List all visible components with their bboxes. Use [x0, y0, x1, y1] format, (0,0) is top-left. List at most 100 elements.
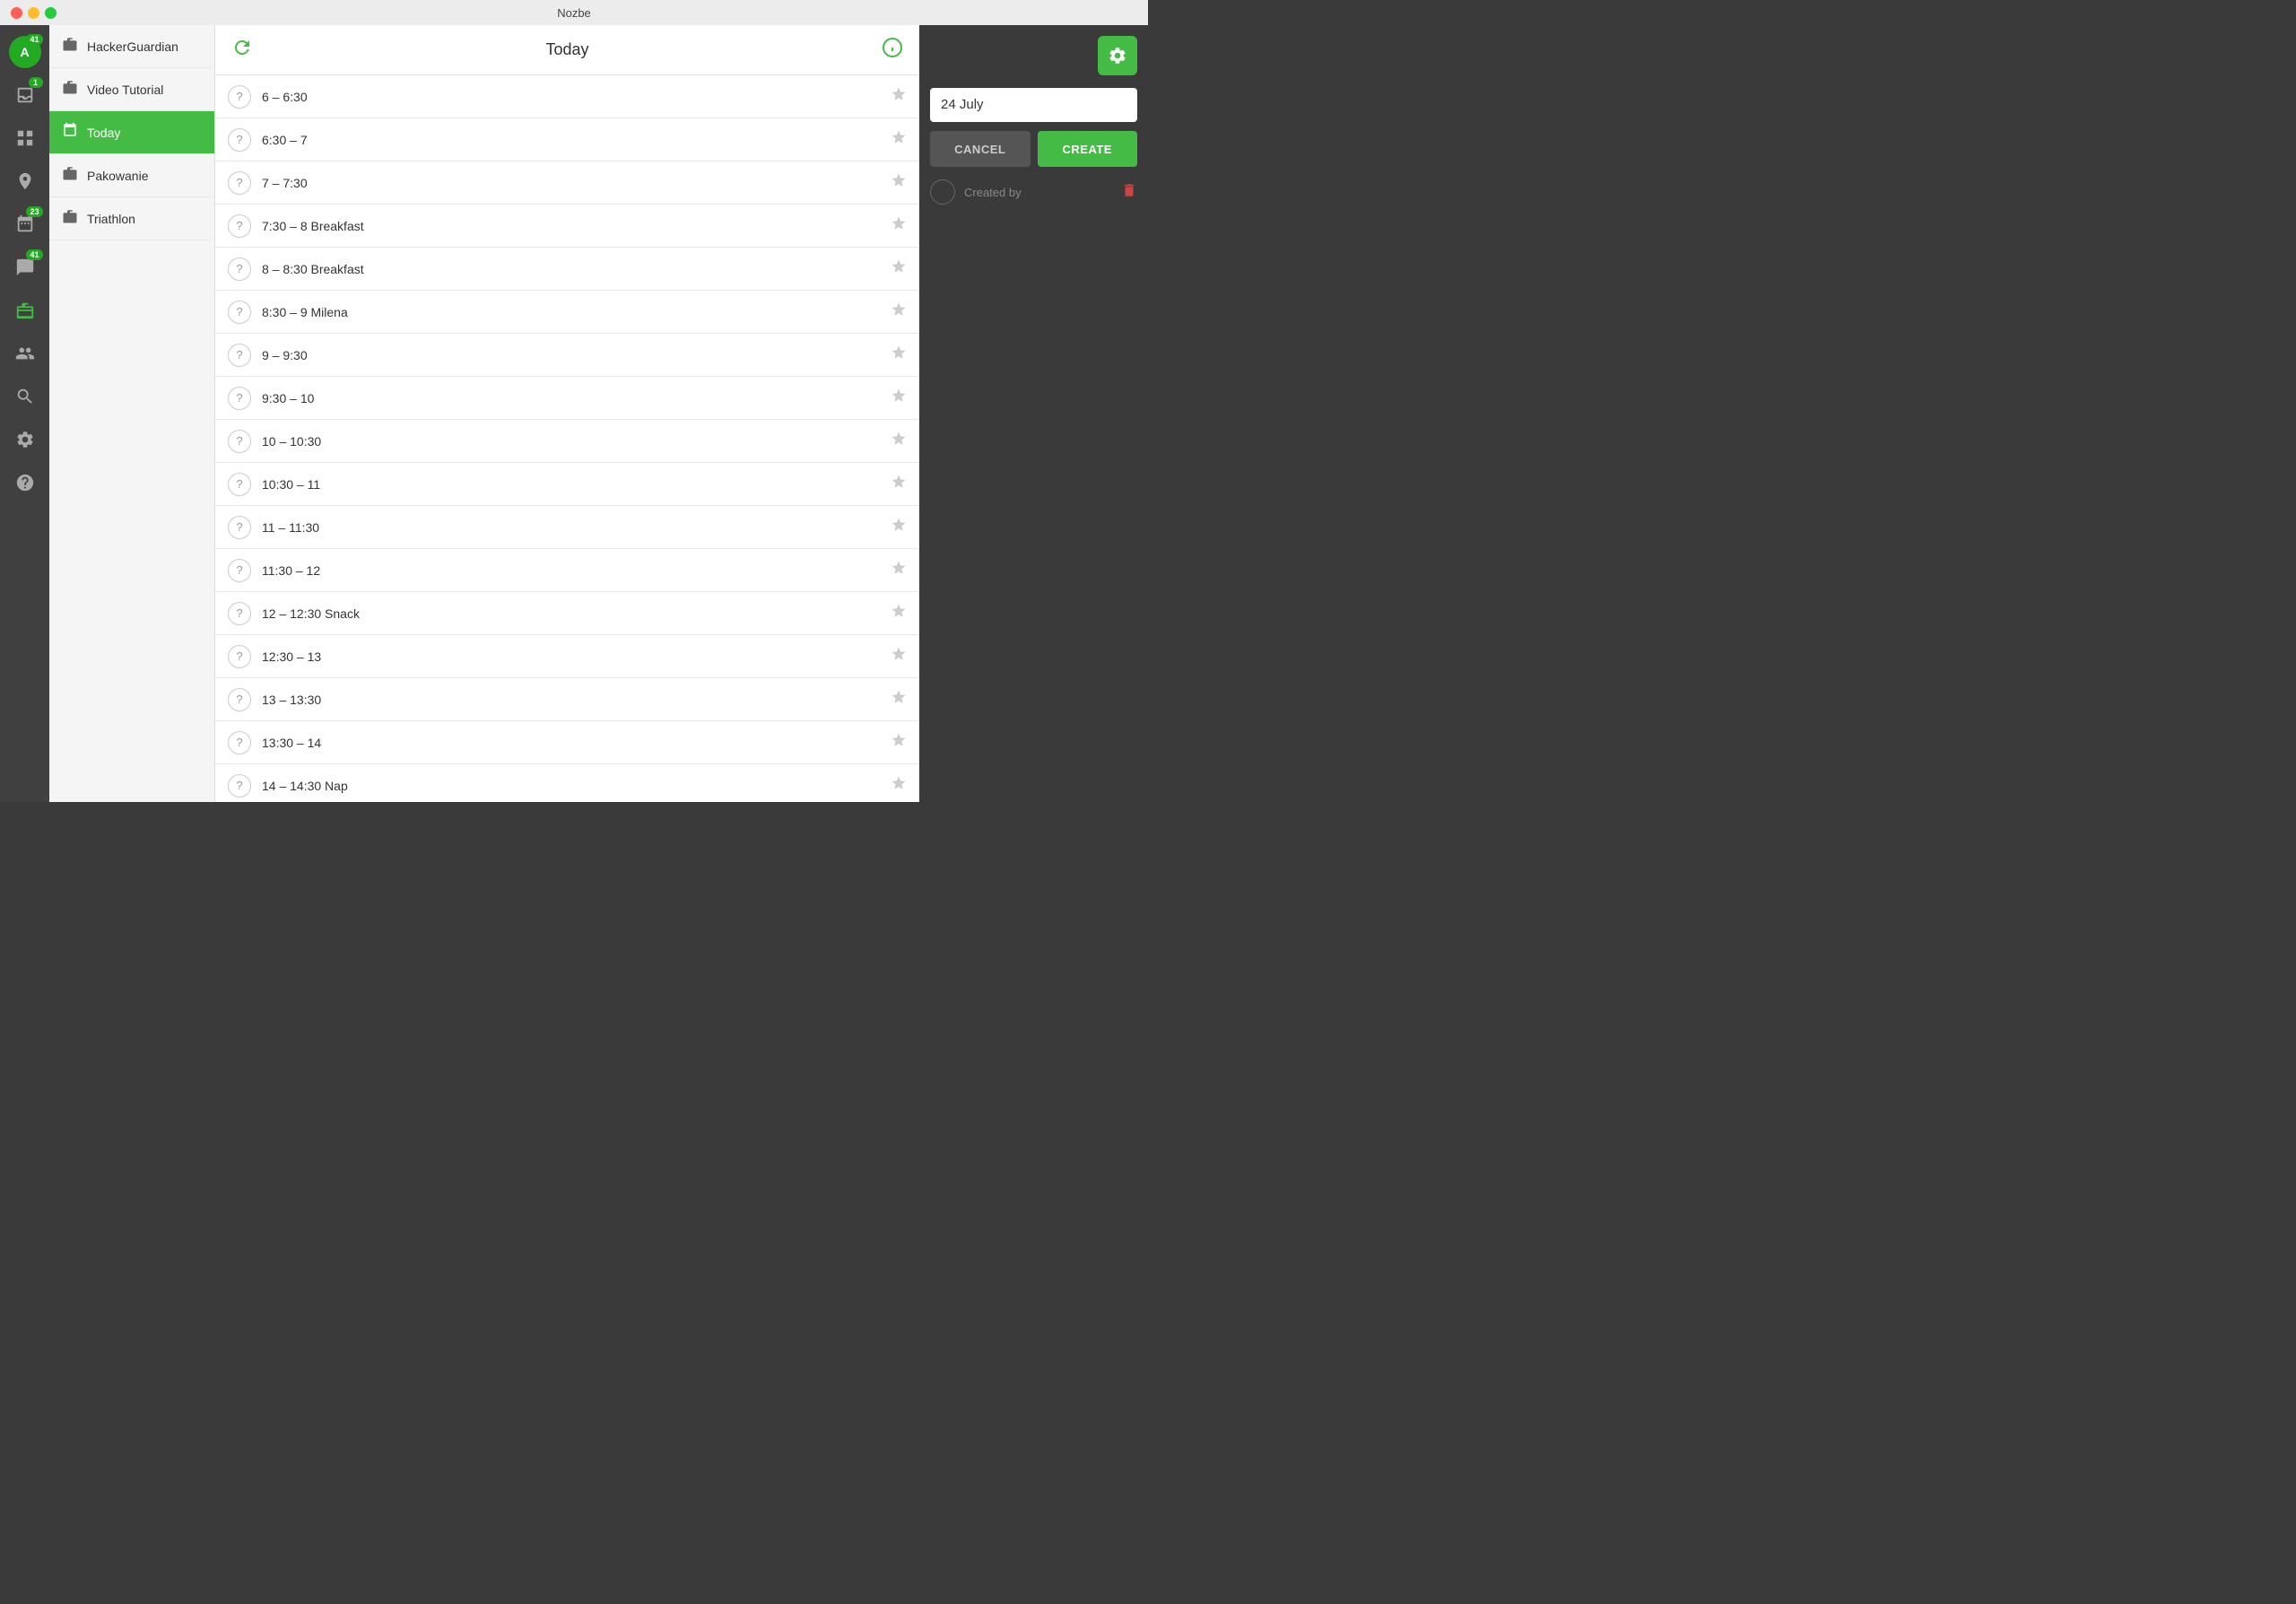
delete-button[interactable]: [1121, 182, 1137, 203]
task-item[interactable]: ? 13:30 – 14: [215, 721, 919, 764]
task-star-button[interactable]: [891, 560, 907, 580]
icon-sidebar: A 41 1 23 41: [0, 25, 49, 802]
task-star-button[interactable]: [891, 775, 907, 796]
chat-badge: 41: [26, 249, 42, 260]
refresh-button[interactable]: [231, 37, 253, 64]
sidebar-item-settings[interactable]: [5, 420, 45, 459]
task-star-button[interactable]: [891, 215, 907, 236]
task-star-button[interactable]: [891, 431, 907, 451]
task-item[interactable]: ? 8 – 8:30 Breakfast: [215, 248, 919, 291]
calendar-icon: [15, 214, 35, 234]
minimize-button[interactable]: [28, 7, 39, 19]
cancel-button[interactable]: CANCEL: [930, 131, 1031, 167]
sidebar-label-triathlon: Triathlon: [87, 212, 135, 226]
date-input[interactable]: [941, 97, 1126, 112]
task-question-icon: ?: [228, 257, 251, 281]
task-item[interactable]: ? 6 – 6:30: [215, 75, 919, 118]
sidebar-item-search[interactable]: [5, 377, 45, 416]
task-item[interactable]: ? 11 – 11:30: [215, 506, 919, 549]
task-label: 12:30 – 13: [262, 649, 880, 664]
task-star-button[interactable]: [891, 517, 907, 537]
task-label: 14 – 14:30 Nap: [262, 779, 880, 793]
sidebar-item-video-tutorial[interactable]: Video Tutorial: [49, 68, 214, 111]
task-star-button[interactable]: [891, 172, 907, 193]
task-star-button[interactable]: [891, 732, 907, 753]
sidebar-item-calendar[interactable]: 23: [5, 205, 45, 244]
app-body: A 41 1 23 41: [0, 25, 1148, 802]
task-item[interactable]: ? 14 – 14:30 Nap: [215, 764, 919, 802]
task-question-icon: ?: [228, 731, 251, 754]
task-label: 10:30 – 11: [262, 477, 880, 492]
task-question-icon: ?: [228, 559, 251, 582]
titlebar: Nozbe: [0, 0, 1148, 25]
task-star-button[interactable]: [891, 689, 907, 710]
search-icon: [15, 387, 35, 406]
task-question-icon: ?: [228, 171, 251, 195]
task-list: ? 6 – 6:30 ? 6:30 – 7 ? 7 – 7:30 ? 7:30 …: [215, 75, 919, 802]
sidebar-item-briefcase[interactable]: [5, 291, 45, 330]
briefcase-icon: [15, 301, 35, 320]
sidebar-item-hacker-guardian[interactable]: HackerGuardian: [49, 25, 214, 68]
project-sidebar: HackerGuardian Video Tutorial Today Pako…: [49, 25, 215, 802]
task-star-button[interactable]: [891, 301, 907, 322]
task-question-icon: ?: [228, 301, 251, 324]
created-by-avatar: [930, 179, 955, 205]
task-star-button[interactable]: [891, 388, 907, 408]
project-icon-video-tutorial: [62, 79, 78, 100]
task-star-button[interactable]: [891, 86, 907, 107]
task-question-icon: ?: [228, 473, 251, 496]
create-button[interactable]: CREATE: [1038, 131, 1138, 167]
sidebar-label-video-tutorial: Video Tutorial: [87, 83, 163, 97]
task-star-button[interactable]: [891, 603, 907, 623]
task-item[interactable]: ? 12:30 – 13: [215, 635, 919, 678]
maximize-button[interactable]: [45, 7, 57, 19]
task-label: 9:30 – 10: [262, 391, 880, 405]
task-item[interactable]: ? 11:30 – 12: [215, 549, 919, 592]
sidebar-item-triathlon[interactable]: Triathlon: [49, 197, 214, 240]
task-label: 10 – 10:30: [262, 434, 880, 449]
task-label: 13 – 13:30: [262, 693, 880, 707]
task-question-icon: ?: [228, 774, 251, 798]
task-label: 12 – 12:30 Snack: [262, 606, 880, 621]
task-item[interactable]: ? 7:30 – 8 Breakfast: [215, 205, 919, 248]
task-star-button[interactable]: [891, 646, 907, 667]
sidebar-item-people[interactable]: [5, 334, 45, 373]
people-icon: [15, 344, 35, 363]
task-item[interactable]: ? 9:30 – 10: [215, 377, 919, 420]
settings-gear-button[interactable]: [1098, 36, 1137, 75]
task-question-icon: ?: [228, 85, 251, 109]
avatar-badge: 41: [26, 34, 42, 45]
task-item[interactable]: ? 12 – 12:30 Snack: [215, 592, 919, 635]
gear-icon: [1108, 46, 1127, 65]
sidebar-item-today[interactable]: Today: [49, 111, 214, 154]
info-button[interactable]: [882, 37, 903, 64]
task-star-button[interactable]: [891, 258, 907, 279]
task-item[interactable]: ? 13 – 13:30: [215, 678, 919, 721]
task-item[interactable]: ? 10 – 10:30: [215, 420, 919, 463]
sidebar-item-pin[interactable]: [5, 161, 45, 201]
sidebar-item-grid[interactable]: [5, 118, 45, 158]
task-item[interactable]: ? 8:30 – 9 Milena: [215, 291, 919, 334]
main-header: Today: [215, 25, 919, 75]
task-item[interactable]: ? 7 – 7:30: [215, 161, 919, 205]
task-star-button[interactable]: [891, 474, 907, 494]
grid-icon: [15, 128, 35, 148]
sidebar-item-help[interactable]: [5, 463, 45, 502]
sidebar-item-avatar[interactable]: A 41: [5, 32, 45, 72]
settings-icon: [15, 430, 35, 449]
action-buttons: CANCEL CREATE: [930, 131, 1137, 167]
sidebar-item-pakowanie[interactable]: Pakowanie: [49, 154, 214, 197]
task-question-icon: ?: [228, 688, 251, 711]
task-item[interactable]: ? 9 – 9:30: [215, 334, 919, 377]
task-item[interactable]: ? 10:30 – 11: [215, 463, 919, 506]
task-label: 7:30 – 8 Breakfast: [262, 219, 880, 233]
sidebar-item-chat[interactable]: 41: [5, 248, 45, 287]
task-star-button[interactable]: [891, 344, 907, 365]
close-button[interactable]: [11, 7, 22, 19]
project-icon-triathlon: [62, 208, 78, 229]
task-star-button[interactable]: [891, 129, 907, 150]
sidebar-item-inbox[interactable]: 1: [5, 75, 45, 115]
task-item[interactable]: ? 6:30 – 7: [215, 118, 919, 161]
sidebar-label-pakowanie: Pakowanie: [87, 169, 149, 183]
app-title: Nozbe: [557, 6, 591, 20]
